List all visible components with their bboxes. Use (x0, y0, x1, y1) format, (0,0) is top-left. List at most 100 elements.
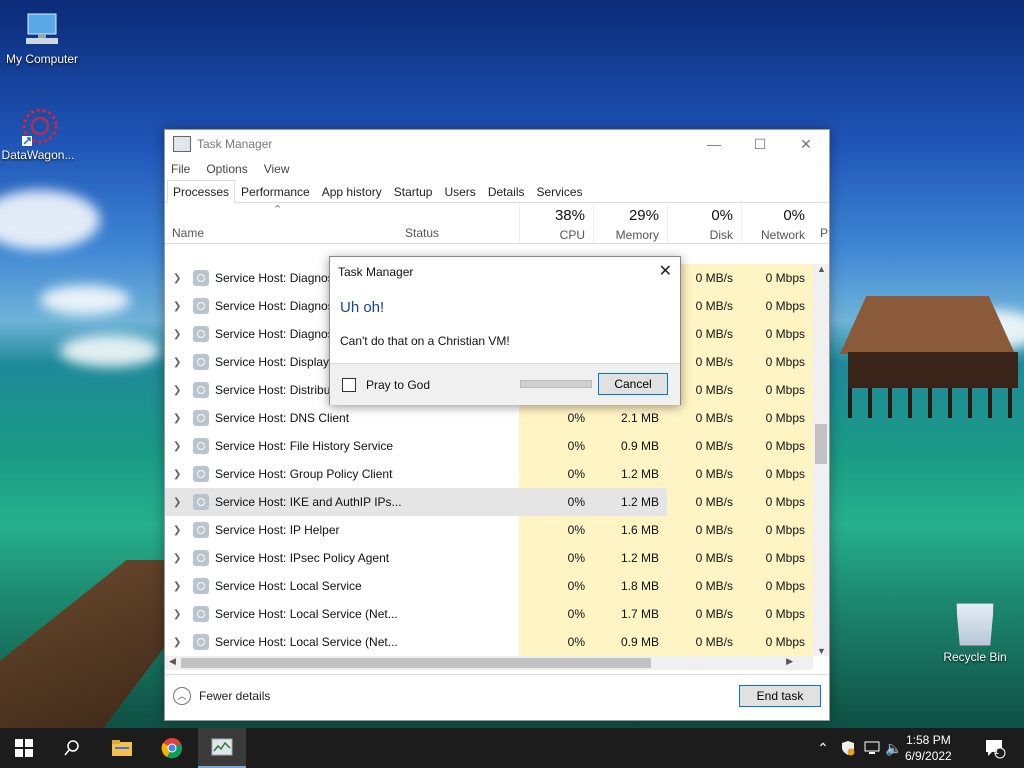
volume-tray-icon[interactable]: 🔈 (884, 728, 904, 768)
column-status[interactable]: Status (405, 226, 439, 240)
process-cpu: 0% (519, 572, 593, 600)
expand-chevron-icon[interactable]: ❯ (173, 637, 187, 648)
clock[interactable]: 1:58 PM 6/9/2022 (905, 732, 952, 764)
tab-bar: Processes Performance App history Startu… (165, 180, 829, 203)
process-row[interactable]: ❯ Service Host: Local Service 0% 1.8 MB 0 MB… (165, 572, 813, 600)
menu-file[interactable]: File (171, 162, 190, 176)
search-button[interactable] (48, 728, 96, 768)
process-cpu: 0% (519, 404, 593, 432)
process-name: Service Host: Local Service (215, 579, 362, 593)
progress-bar (520, 380, 592, 388)
tab-app-history[interactable]: App history (316, 180, 388, 202)
process-row[interactable]: ❯ Service Host: File History Service 0% 0.9… (165, 432, 813, 460)
desktop-icon-datawagon[interactable]: DataWagon... (0, 106, 80, 162)
task-manager-taskbar-button[interactable] (198, 728, 246, 768)
vertical-scrollbar[interactable]: ▲ ▼ (813, 264, 829, 656)
footer: ︿ Fewer details End task (165, 674, 829, 721)
dialog-title: Task Manager (338, 265, 414, 279)
scroll-left-icon[interactable]: ◀ (169, 656, 176, 667)
scroll-right-icon[interactable]: ▶ (786, 656, 793, 667)
action-center-button[interactable]: 1 (980, 728, 1010, 768)
vertical-scroll-thumb[interactable] (815, 424, 827, 464)
column-disk[interactable]: 0% Disk (667, 203, 741, 243)
expand-chevron-icon[interactable]: ❯ (173, 469, 187, 480)
column-memory[interactable]: 29% Memory (593, 203, 667, 243)
title-bar[interactable]: Task Manager — ☐ ✕ (165, 130, 829, 158)
tab-users[interactable]: Users (438, 180, 481, 202)
dialog-close-icon[interactable]: ✕ (659, 261, 672, 281)
service-gear-icon (193, 410, 209, 426)
end-task-button[interactable]: End task (739, 685, 821, 707)
process-row[interactable]: ❯ Service Host: IPsec Policy Agent 0% 1.2 M… (165, 544, 813, 572)
process-memory: 2.1 MB (593, 404, 667, 432)
process-row[interactable]: ❯ Service Host: DNS Client 0% 2.1 MB 0 MB/s 0… (165, 404, 813, 432)
network-tray-icon[interactable] (862, 728, 882, 768)
minimize-button[interactable]: — (691, 130, 737, 158)
memory-percent: 29% (628, 207, 659, 224)
column-header-row: ⌃ Name Status 38% CPU 29% Memory 0% Disk… (165, 203, 829, 244)
menu-options[interactable]: Options (206, 162, 247, 176)
process-name: Service Host: Local Service (Net... (215, 635, 398, 649)
fewer-details-button[interactable]: ︿ Fewer details (173, 687, 270, 705)
desktop-icon-label: DataWagon... (1, 148, 75, 162)
chrome-button[interactable] (148, 728, 196, 768)
scroll-down-icon[interactable]: ▼ (817, 646, 826, 656)
file-explorer-button[interactable] (98, 728, 146, 768)
column-power[interactable]: P (820, 226, 828, 240)
desktop-icon-my-computer[interactable]: My Computer (0, 10, 84, 66)
expand-chevron-icon[interactable]: ❯ (173, 413, 187, 424)
security-tray-icon[interactable] (838, 728, 858, 768)
process-row[interactable]: ❯ Service Host: Local Service (Net... 0% 0.… (165, 628, 813, 656)
tab-details[interactable]: Details (482, 180, 531, 202)
expand-chevron-icon[interactable]: ❯ (173, 301, 187, 312)
expand-chevron-icon[interactable]: ❯ (173, 441, 187, 452)
process-disk: 0 MB/s (667, 488, 741, 516)
column-cpu[interactable]: 38% CPU (519, 203, 593, 243)
pray-checkbox-label[interactable]: Pray to God (366, 378, 430, 392)
close-button[interactable]: ✕ (783, 130, 829, 158)
cloud (60, 335, 160, 367)
clock-date: 6/9/2022 (905, 749, 952, 763)
recycle-bin[interactable]: Recycle Bin (940, 600, 1010, 664)
expand-chevron-icon[interactable]: ❯ (173, 329, 187, 340)
process-row[interactable]: ❯ Service Host: IKE and AuthIP IPs... 0% 1.… (165, 488, 813, 516)
process-row[interactable]: ❯ Service Host: Group Policy Client 0% 1.2 … (165, 460, 813, 488)
horizontal-scrollbar[interactable]: ◀ ▶ (165, 656, 813, 670)
chevron-up-icon: ︿ (173, 687, 191, 705)
pray-checkbox[interactable] (342, 378, 356, 392)
expand-chevron-icon[interactable]: ❯ (173, 497, 187, 508)
tab-performance[interactable]: Performance (235, 180, 316, 202)
expand-chevron-icon[interactable]: ❯ (173, 273, 187, 284)
column-name[interactable]: Name (172, 226, 204, 240)
expand-chevron-icon[interactable]: ❯ (173, 609, 187, 620)
scroll-up-icon[interactable]: ▲ (817, 264, 826, 274)
expand-chevron-icon[interactable]: ❯ (173, 357, 187, 368)
process-name: Service Host: DNS Client (215, 411, 350, 425)
tab-startup[interactable]: Startup (388, 180, 439, 202)
expand-chevron-icon[interactable]: ❯ (173, 525, 187, 536)
cancel-button[interactable]: Cancel (598, 373, 668, 395)
process-memory: 0.9 MB (593, 628, 667, 656)
start-button[interactable] (0, 728, 48, 768)
menu-view[interactable]: View (264, 162, 290, 176)
maximize-button[interactable]: ☐ (737, 130, 783, 158)
expand-chevron-icon[interactable]: ❯ (173, 385, 187, 396)
process-cpu: 0% (519, 628, 593, 656)
network-icon (864, 741, 880, 754)
chrome-icon (161, 738, 182, 759)
tab-services[interactable]: Services (531, 180, 589, 202)
process-name: Service Host: IKE and AuthIP IPs... (215, 495, 402, 509)
tab-processes[interactable]: Processes (167, 180, 236, 203)
datawagon-icon (18, 106, 58, 146)
expand-chevron-icon[interactable]: ❯ (173, 581, 187, 592)
horizontal-scroll-thumb[interactable] (181, 658, 651, 668)
expand-chevron-icon[interactable]: ❯ (173, 553, 187, 564)
process-name: Service Host: Group Policy Client (215, 467, 393, 481)
show-hidden-icons[interactable]: ⌃ (814, 728, 832, 768)
network-label: Network (760, 228, 805, 242)
process-disk: 0 MB/s (667, 572, 741, 600)
process-row[interactable]: ❯ Service Host: Local Service (Net... 0% 1.… (165, 600, 813, 628)
process-row[interactable]: ❯ Service Host: IP Helper 0% 1.6 MB 0 MB/s 0 … (165, 516, 813, 544)
column-network[interactable]: 0% Network (741, 203, 813, 243)
service-gear-icon (193, 466, 209, 482)
